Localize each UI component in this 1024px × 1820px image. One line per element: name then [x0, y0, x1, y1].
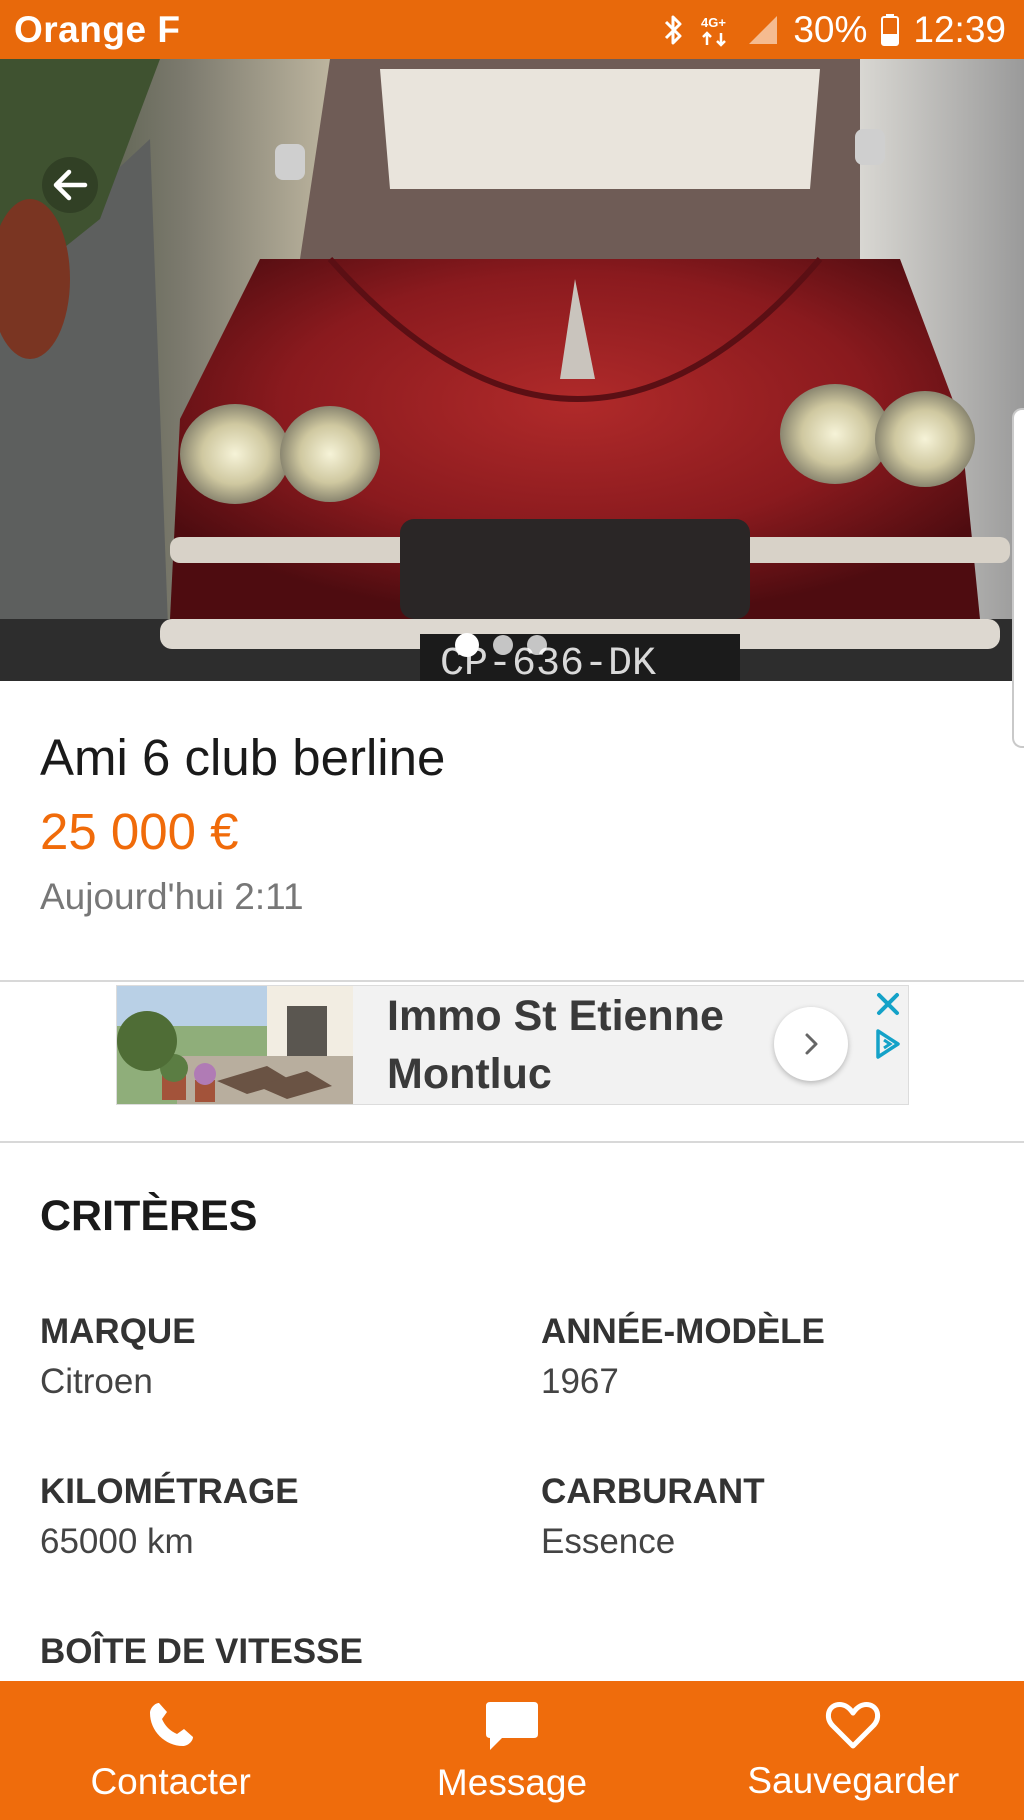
criterion-label: CARBURANT	[541, 1472, 765, 1511]
signal-icon	[747, 14, 779, 46]
carousel-dot[interactable]	[455, 633, 479, 657]
heart-icon	[826, 1701, 881, 1748]
network-4g-icon: 4G+	[699, 13, 733, 47]
chat-bubble-icon	[485, 1701, 538, 1750]
divider	[0, 1141, 1024, 1143]
status-bar: Orange F 4G+ 30% 12:39	[0, 0, 1024, 59]
close-icon[interactable]	[874, 990, 902, 1023]
contact-label: Contacter	[90, 1760, 251, 1802]
listing-title: Ami 6 club berline	[40, 729, 446, 786]
message-label: Message	[436, 1761, 588, 1803]
criterion-brand: MARQUE Citroen	[40, 1312, 196, 1402]
battery-percent: 30%	[793, 8, 868, 50]
divider	[0, 980, 1024, 982]
criterion-label: ANNÉE-MODÈLE	[541, 1312, 825, 1351]
listing-date: Aujourd'hui 2:11	[40, 876, 304, 917]
listing-photo-carousel[interactable]: CP-636-DK	[0, 59, 1024, 681]
criterion-model-year: ANNÉE-MODÈLE 1967	[541, 1312, 825, 1402]
criterion-gearbox: BOÎTE DE VITESSE	[40, 1632, 363, 1672]
ad-open-button[interactable]	[774, 1007, 848, 1081]
save-button[interactable]: Sauvegarder	[683, 1681, 1024, 1820]
carousel-dot[interactable]	[493, 635, 513, 655]
criterion-label: BOÎTE DE VITESSE	[40, 1632, 363, 1671]
criteria-heading: CRITÈRES	[40, 1192, 258, 1240]
criterion-value: 65000 km	[40, 1522, 194, 1561]
arrow-left-icon	[53, 169, 88, 201]
listing-price: 25 000 €	[40, 803, 239, 860]
clock: 12:39	[913, 8, 1006, 50]
criterion-fuel: CARBURANT Essence	[541, 1472, 765, 1562]
phone-icon	[149, 1702, 193, 1746]
car-photo: CP-636-DK	[0, 59, 1024, 681]
save-label: Sauvegarder	[747, 1759, 960, 1801]
svg-text:4G+: 4G+	[701, 15, 726, 30]
ad-text[interactable]: Immo St Etienne Montluc	[387, 987, 767, 1103]
action-bar: Contacter Message Sauvegarder	[0, 1681, 1024, 1820]
adchoices-icon[interactable]	[874, 1028, 902, 1065]
chevron-right-icon	[805, 1033, 818, 1055]
criterion-label: KILOMÉTRAGE	[40, 1472, 299, 1511]
contact-button[interactable]: Contacter	[0, 1681, 341, 1820]
ad-image	[117, 986, 353, 1104]
carousel-indicator	[455, 633, 547, 657]
battery-icon	[881, 13, 900, 46]
ad-banner[interactable]: Immo St Etienne Montluc	[116, 985, 909, 1105]
criterion-value: Essence	[541, 1522, 676, 1561]
criterion-value: Citroen	[40, 1362, 153, 1401]
carousel-dot[interactable]	[527, 635, 547, 655]
criterion-mileage: KILOMÉTRAGE 65000 km	[40, 1472, 299, 1562]
criterion-label: MARQUE	[40, 1312, 196, 1351]
listing-header: Ami 6 club berline 25 000 € Aujourd'hui …	[40, 728, 980, 918]
back-button[interactable]	[42, 157, 98, 213]
criterion-value: 1967	[541, 1362, 619, 1401]
status-icons: 4G+ 30% 12:39	[663, 9, 1006, 51]
carrier-name: Orange F	[14, 8, 181, 50]
bluetooth-icon	[663, 13, 685, 47]
message-button[interactable]: Message	[341, 1681, 682, 1820]
scroll-handle[interactable]	[1012, 408, 1024, 748]
